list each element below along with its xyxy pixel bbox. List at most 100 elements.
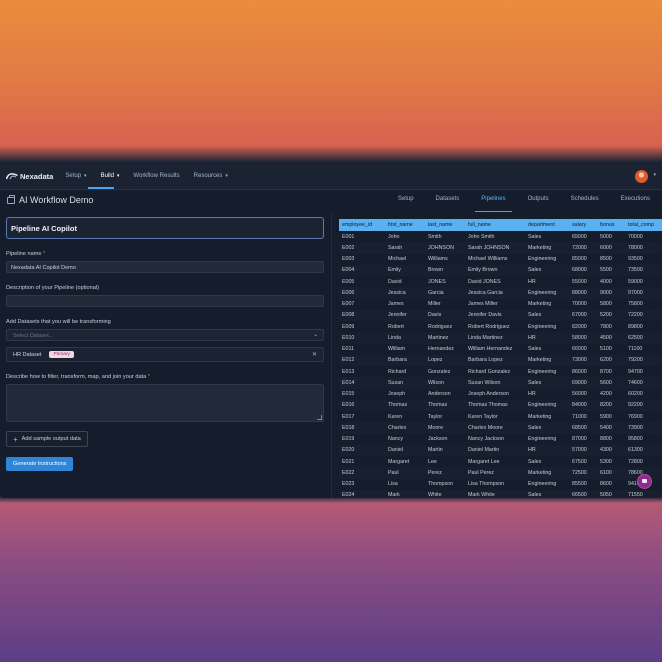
table-cell: Richard (388, 368, 407, 375)
tab-executions[interactable]: Executions (621, 190, 650, 212)
table-cell: David (388, 278, 402, 285)
tab-setup[interactable]: Setup (398, 190, 414, 212)
primary-badge: Primary (49, 351, 74, 358)
column-header[interactable]: full_name (465, 219, 525, 231)
generate-instructions-button[interactable]: Generate Instructions (6, 457, 74, 471)
table-cell: E022 (339, 467, 385, 479)
table-cell: Daniel Martin (465, 444, 525, 456)
table-cell: Jennifer Davis (465, 309, 525, 321)
table-cell: Thomas (385, 399, 425, 411)
table-cell: Jessica Garcia (465, 287, 525, 299)
table-cell: 89800 (628, 323, 643, 330)
required-mark: * (43, 251, 46, 257)
table-cell: Wilson (425, 377, 465, 389)
add-sample-output-label: Add sample output data (21, 436, 81, 442)
table-cell: John (388, 233, 400, 240)
table-cell: Karen (388, 413, 403, 420)
table-cell: 61300 (625, 444, 662, 456)
tab-pipelines[interactable]: Pipelines (475, 190, 513, 212)
column-header[interactable]: employee_id (339, 219, 385, 231)
panel-divider[interactable] (331, 212, 332, 498)
table-cell: 4000 (600, 278, 612, 285)
table-cell: 55000 (572, 278, 587, 285)
table-cell: 57000 (569, 444, 597, 456)
table-cell: Mark (385, 489, 425, 498)
table-cell: 78000 (625, 242, 662, 254)
table-body: E001 John Smith John Smith Sales 65000 5000 700… (339, 231, 662, 498)
tab-outputs[interactable]: Outputs (528, 190, 549, 212)
table-cell: 73000 (569, 354, 597, 366)
table-cell: Garcia (425, 287, 465, 299)
table-cell: E006 (339, 287, 385, 299)
close-icon[interactable]: ✕ (312, 351, 317, 358)
nav-setup[interactable]: Setup ▾ (65, 173, 86, 179)
app-window: Nexadata Setup ▾ Build ▾ Workflow Result… (0, 163, 662, 498)
column-header[interactable]: first_name (385, 219, 425, 231)
table-cell: Charles Moore (465, 422, 525, 434)
table-row: E019 Nancy Jackson Nancy Jackson Engineering… (339, 434, 662, 445)
pipeline-name-input[interactable]: Nexadata AI Copilot Demo (6, 261, 324, 273)
logo[interactable]: Nexadata (6, 172, 53, 181)
table-cell: JOHNSON (425, 242, 465, 254)
table-cell: 71000 (572, 413, 587, 420)
logo-icon (6, 173, 18, 180)
table-cell: E012 (339, 354, 385, 366)
table-cell: E010 (339, 332, 385, 344)
table-cell: Engineering (528, 368, 557, 375)
column-header[interactable]: total_comp (625, 219, 662, 231)
table-cell: Sales (525, 309, 569, 321)
add-sample-output-button[interactable]: + Add sample output data (6, 431, 88, 447)
table-cell: 67500 (572, 458, 587, 465)
avatar-chevron-down-icon[interactable]: ▾ (653, 172, 656, 178)
chat-icon[interactable] (637, 474, 652, 489)
table-cell: Sales (525, 489, 569, 498)
table-cell: Davis (425, 309, 465, 321)
table-cell: 97000 (625, 287, 662, 299)
table-cell: 74600 (625, 377, 662, 389)
table-cell: Jessica (385, 287, 425, 299)
table-cell: 71100 (628, 346, 643, 353)
table-cell: E004 (339, 264, 385, 276)
avatar[interactable] (635, 170, 648, 183)
table-cell: E021 (342, 458, 355, 465)
table-cell: JONES (428, 278, 446, 285)
table-cell: Karen Taylor (468, 413, 498, 420)
table-cell: Engineering (528, 323, 557, 330)
table-cell: 6000 (597, 242, 625, 254)
tab-schedules[interactable]: Schedules (571, 190, 599, 212)
table-cell: James (388, 301, 404, 308)
table-cell: Engineering (528, 256, 557, 263)
column-header[interactable]: bonus (597, 219, 625, 231)
table-cell: 72000 (569, 242, 597, 254)
table-cell: Marketing (525, 242, 569, 254)
table-cell: Moore (425, 422, 465, 434)
table-cell: Sarah (385, 242, 425, 254)
table-cell: 88000 (569, 287, 597, 299)
instructions-label-text: Describe how to filter, transform, map, … (6, 374, 147, 380)
nav-resources[interactable]: Resources ▾ (194, 173, 228, 179)
table-cell: 6100 (597, 467, 625, 479)
table-cell: 73500 (625, 264, 662, 276)
table-cell: 82000 (572, 323, 587, 330)
table-cell: Sales (525, 377, 569, 389)
nav-workflow-results[interactable]: Workflow Results (133, 173, 179, 179)
table-cell: Michael Williams (468, 256, 508, 263)
description-input[interactable] (6, 295, 324, 307)
column-header[interactable]: last_name (425, 219, 465, 231)
table-row: E022 Paul Perez Paul Perez Marketing 72500 610… (339, 467, 662, 479)
column-header[interactable]: department (525, 219, 569, 231)
nav-build[interactable]: Build ▾ (101, 173, 120, 179)
data-preview-table[interactable]: employee_id first_name last_name full_name d… (339, 219, 662, 498)
nav-setup-label: Setup (65, 173, 82, 179)
table-row: E008 Jennifer Davis Jennifer Davis Sales 6700… (339, 309, 662, 321)
column-header[interactable]: salary (569, 219, 597, 231)
table-cell: 62500 (625, 332, 662, 344)
top-nav: Nexadata Setup ▾ Build ▾ Workflow Result… (0, 163, 662, 190)
table-cell: E007 (342, 301, 355, 308)
table-cell: 56000 (572, 391, 587, 398)
table-cell: 8700 (600, 368, 612, 375)
dataset-select[interactable]: Select Dataset... ⌄ (6, 329, 324, 341)
table-cell: Marketing (525, 467, 569, 479)
instructions-textarea[interactable] (6, 384, 324, 422)
tab-datasets[interactable]: Datasets (436, 190, 460, 212)
